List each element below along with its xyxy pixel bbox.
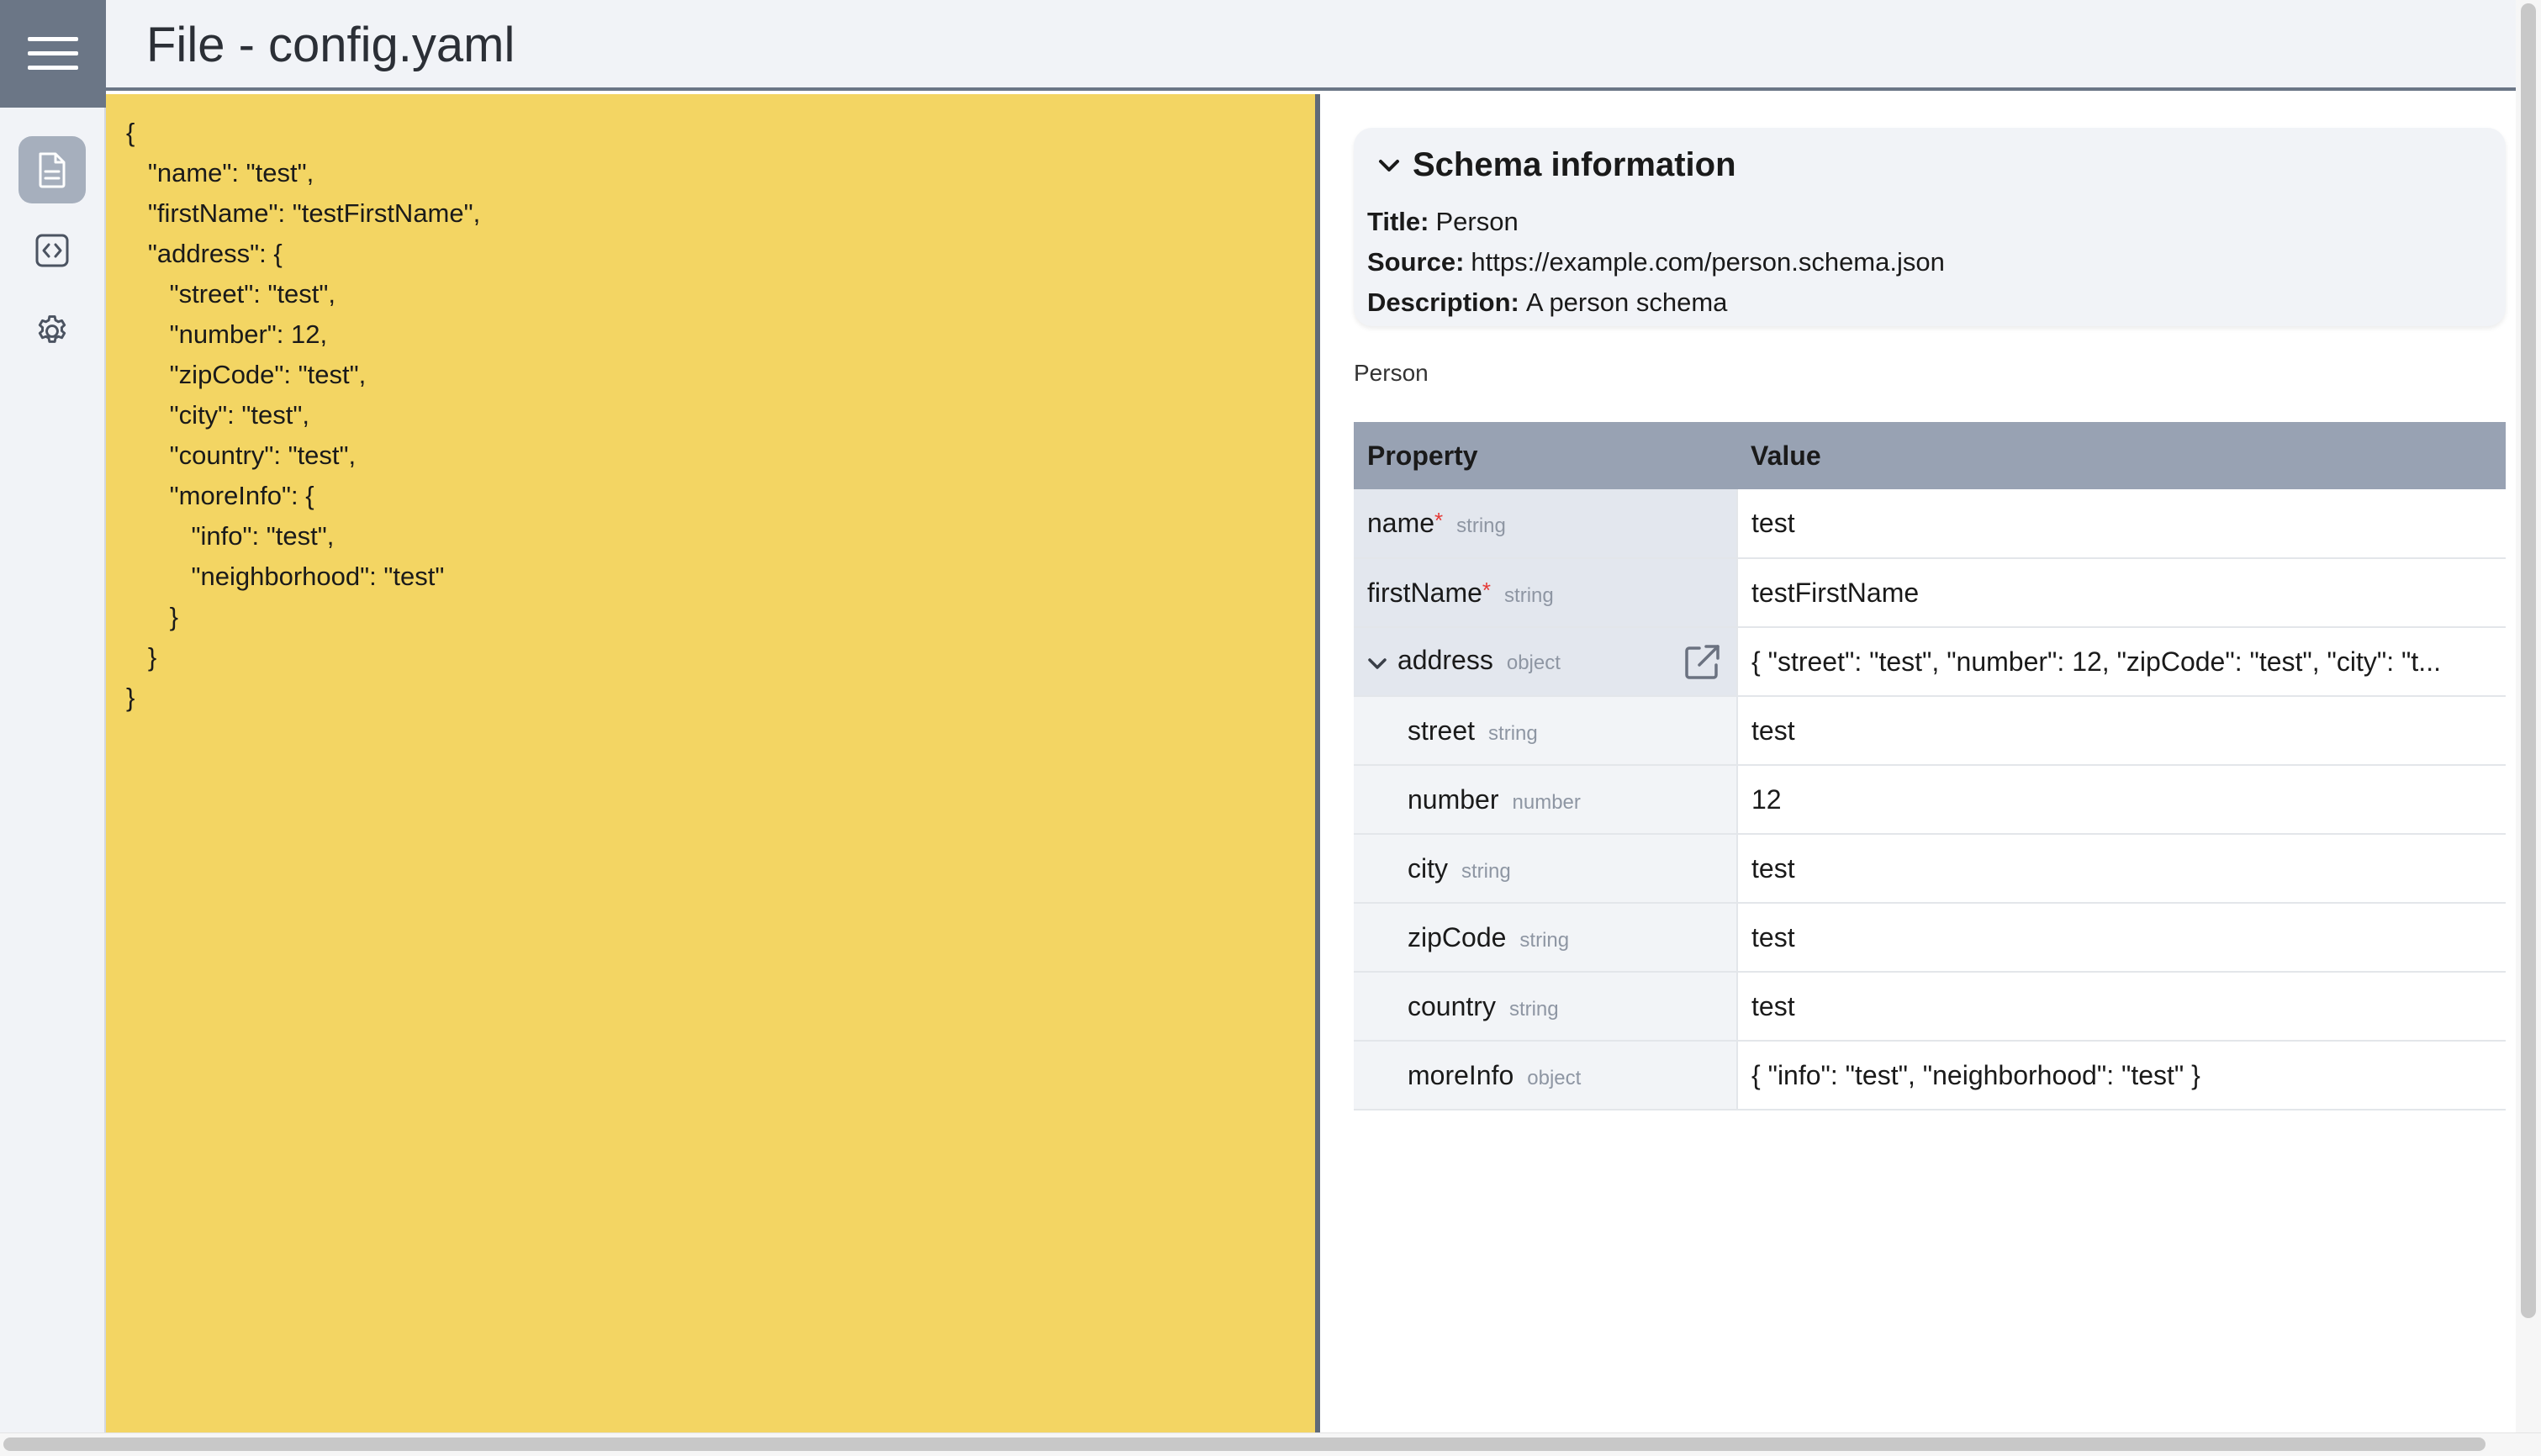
schema-info-card: Schema information Title: Person Source: h…: [1354, 128, 2506, 326]
property-cell: street string: [1354, 696, 1738, 766]
property-cell: firstName* string: [1354, 558, 1738, 628]
value-cell[interactable]: test: [1737, 696, 2506, 766]
property-type: string: [1456, 514, 1506, 537]
property-type: string: [1519, 928, 1570, 952]
editor-content[interactable]: { "name": "test", "firstName": "testFirs…: [106, 94, 1318, 718]
settings-button[interactable]: [18, 298, 86, 365]
property-type: object: [1506, 652, 1561, 675]
chevron-down-icon: [1368, 657, 1387, 669]
property-name: firstName: [1367, 577, 1482, 608]
open-in-new-icon: [1685, 645, 1720, 679]
open-in-new-button[interactable]: [1679, 640, 1725, 685]
schema-description-label: Description:: [1367, 288, 1519, 317]
required-marker: *: [1482, 577, 1492, 603]
schema-source-label: Source:: [1367, 247, 1465, 277]
vertical-scrollbar-thumb[interactable]: [2521, 3, 2536, 1318]
property-cell: country string: [1354, 972, 1738, 1042]
schema-title-label: Title:: [1367, 207, 1429, 236]
value-cell[interactable]: test: [1737, 489, 2506, 559]
property-name: moreInfo: [1408, 1059, 1514, 1090]
required-marker: *: [1434, 508, 1444, 533]
value-cell[interactable]: test: [1737, 834, 2506, 904]
horizontal-scrollbar[interactable]: [0, 1432, 2541, 1456]
value-column-header: Value: [1737, 422, 2506, 489]
value-cell[interactable]: 12: [1737, 765, 2506, 835]
table-row: zipCode string test: [1354, 903, 2506, 973]
property-type: string: [1488, 721, 1538, 745]
code-editor[interactable]: { "name": "test", "firstName": "testFirs…: [106, 94, 1318, 1432]
source-view-button[interactable]: [18, 217, 86, 284]
value-cell[interactable]: testFirstName: [1737, 558, 2506, 628]
schema-title-row: Title: Person: [1367, 207, 1519, 237]
hamburger-menu-icon: [28, 37, 78, 70]
horizontal-scrollbar-thumb[interactable]: [3, 1438, 2486, 1451]
sidebar: [0, 0, 106, 1456]
property-cell: city string: [1354, 834, 1738, 904]
property-type: string: [1461, 859, 1511, 883]
schema-panel: Schema information Title: Person Source: h…: [1320, 94, 2516, 1432]
collapse-toggle[interactable]: [1367, 647, 1387, 678]
table-row: moreInfo object { "info": "test", "neighb…: [1354, 1041, 2506, 1110]
property-cell: name* string: [1354, 489, 1738, 559]
property-cell: address object: [1354, 627, 1738, 697]
schema-info-heading: Schema information: [1413, 146, 1736, 183]
property-name: city: [1408, 852, 1448, 884]
property-name: country: [1408, 990, 1496, 1021]
schema-source-row: Source: https://example.com/person.schema…: [1367, 247, 1945, 277]
property-name: number: [1408, 783, 1499, 815]
code-icon: [35, 234, 69, 267]
gear-icon: [38, 315, 66, 343]
property-type: object: [1527, 1066, 1582, 1089]
value-cell[interactable]: test: [1737, 972, 2506, 1042]
table-row: address object { "street": "test", "numbe…: [1354, 627, 2506, 697]
table-header-row: Property Value: [1354, 422, 2506, 489]
vertical-scrollbar[interactable]: [2516, 0, 2541, 1456]
schema-info-toggle[interactable]: Schema information: [1377, 146, 1736, 184]
chevron-down-icon: [1379, 159, 1399, 171]
editor-view-button[interactable]: [18, 136, 86, 203]
property-name: name: [1367, 508, 1435, 538]
property-name: street: [1408, 715, 1476, 746]
property-type: string: [1504, 583, 1554, 607]
value-cell[interactable]: { "info": "test", "neighborhood": "test"…: [1737, 1041, 2506, 1110]
page-title: File - config.yaml: [146, 18, 515, 72]
property-column-header: Property: [1354, 422, 1737, 489]
table-row: country string test: [1354, 972, 2506, 1042]
property-cell: moreInfo object: [1354, 1041, 1738, 1110]
table-row: street string test: [1354, 696, 2506, 766]
property-type: string: [1508, 997, 1559, 1021]
schema-description-row: Description: A person schema: [1367, 288, 1727, 318]
table-row: city string test: [1354, 834, 2506, 904]
table-row: number number 12: [1354, 765, 2506, 835]
schema-description-value: A person schema: [1525, 288, 1728, 317]
table-caption: Person: [1354, 360, 1429, 386]
property-type: number: [1512, 790, 1581, 814]
menu-button[interactable]: [0, 0, 106, 108]
property-table: Property Value name* string test firstNam…: [1354, 422, 2506, 1110]
table-row: name* string test: [1354, 489, 2506, 559]
property-cell: number number: [1354, 765, 1738, 835]
title-bar: File - config.yaml: [106, 0, 2516, 91]
property-name: address: [1397, 645, 1493, 676]
value-cell[interactable]: { "street": "test", "number": 12, "zipCo…: [1737, 627, 2506, 697]
schema-title-value: Person: [1435, 207, 1519, 236]
value-cell[interactable]: test: [1737, 903, 2506, 973]
property-cell: zipCode string: [1354, 903, 1738, 973]
schema-source-value: https://example.com/person.schema.json: [1471, 247, 1945, 277]
table-row: firstName* string testFirstName: [1354, 558, 2506, 628]
property-name: zipCode: [1408, 921, 1507, 952]
document-icon: [39, 152, 66, 188]
